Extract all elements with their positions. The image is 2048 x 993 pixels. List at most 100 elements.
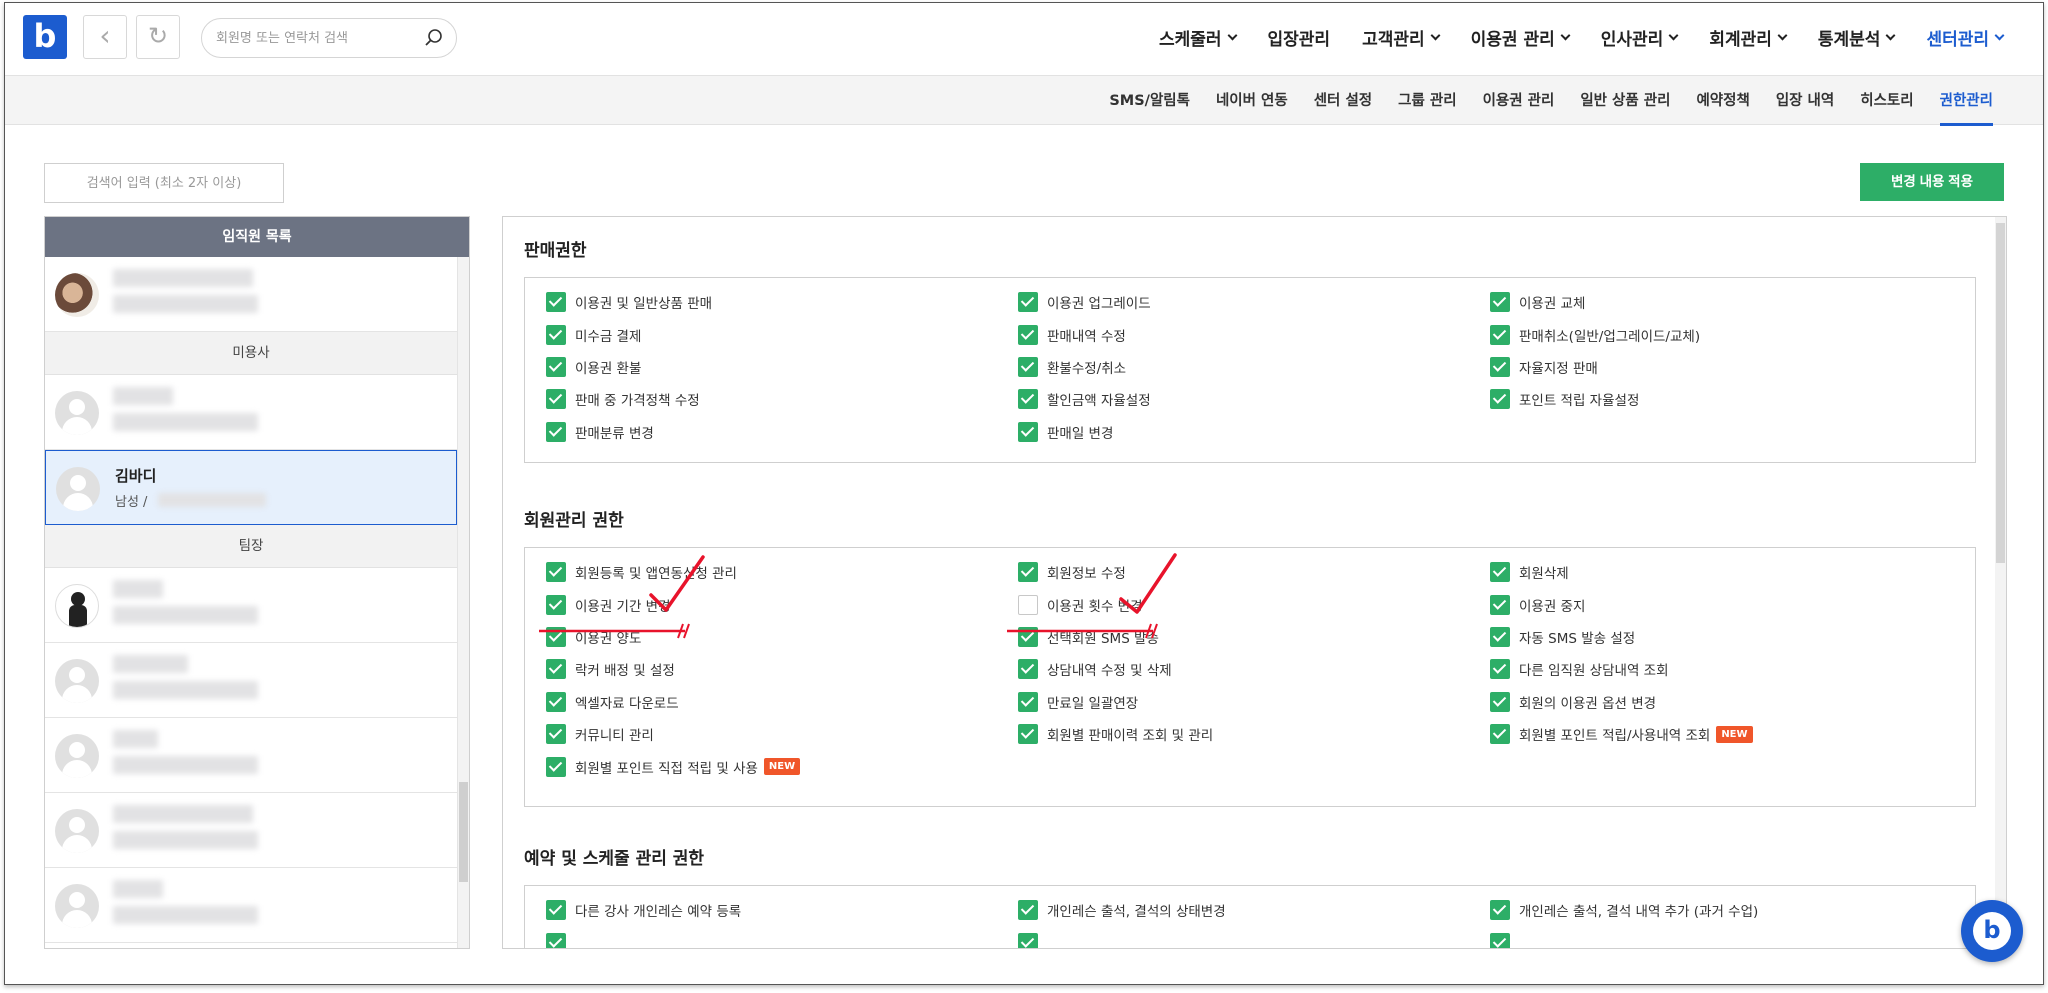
- checkbox-checked-icon[interactable]: [546, 659, 566, 680]
- brand-logo[interactable]: b: [23, 15, 67, 59]
- checkbox-checked-icon[interactable]: [1490, 659, 1510, 680]
- checkbox-checked-icon[interactable]: [1018, 324, 1038, 345]
- permission-item[interactable]: 이용권 기간 변경: [546, 588, 1018, 620]
- permission-item[interactable]: 상담내역 수정 및 삭제: [1018, 653, 1490, 685]
- permission-item[interactable]: [1490, 926, 1950, 948]
- permission-item[interactable]: 회원별 포인트 적립/사용내역 조회 NEW: [1490, 718, 1950, 750]
- refresh-icon[interactable]: ↻: [136, 15, 180, 59]
- staff-item[interactable]: [45, 868, 457, 943]
- permission-item[interactable]: 포인트 적립 자율설정: [1490, 383, 1950, 415]
- checkbox-checked-icon[interactable]: [1490, 389, 1510, 410]
- staff-list-scrollbar[interactable]: [457, 257, 469, 948]
- staff-item[interactable]: [45, 643, 457, 718]
- staff-item[interactable]: [45, 257, 457, 332]
- nav-accounting[interactable]: 회계관리: [1709, 25, 1788, 50]
- permission-item[interactable]: 회원삭제: [1490, 556, 1950, 588]
- subnav-history[interactable]: 히스토리: [1860, 76, 1913, 126]
- checkbox-checked-icon[interactable]: [1490, 356, 1510, 377]
- checkbox-checked-icon[interactable]: [1490, 324, 1510, 345]
- subnav-naver[interactable]: 네이버 연동: [1216, 76, 1288, 126]
- checkbox-checked-icon[interactable]: [1018, 389, 1038, 410]
- permission-item[interactable]: 미수금 결제: [546, 318, 1018, 350]
- staff-search[interactable]: [44, 163, 284, 203]
- permission-item[interactable]: 환불수정/취소: [1018, 351, 1490, 383]
- checkbox-checked-icon[interactable]: [546, 932, 566, 948]
- permissions-scrollbar[interactable]: [1995, 217, 2006, 948]
- permission-item[interactable]: 회원정보 수정: [1018, 556, 1490, 588]
- permission-item[interactable]: 자율지정 판매: [1490, 351, 1950, 383]
- subnav-entry-log[interactable]: 입장 내역: [1776, 76, 1834, 126]
- checkbox-checked-icon[interactable]: [1490, 594, 1510, 615]
- checkbox-checked-icon[interactable]: [546, 292, 566, 313]
- permission-item[interactable]: 회원별 포인트 직접 적립 및 사용 NEW: [546, 750, 1018, 782]
- checkbox-checked-icon[interactable]: [1018, 932, 1038, 948]
- permission-item[interactable]: 판매내역 수정: [1018, 318, 1490, 350]
- checkbox-checked-icon[interactable]: [546, 421, 566, 442]
- permission-item[interactable]: 할인금액 자율설정: [1018, 383, 1490, 415]
- permission-item[interactable]: 회원등록 및 앱연동신청 관리: [546, 556, 1018, 588]
- permission-item[interactable]: 이용권 횟수 변경: [1018, 588, 1490, 620]
- subnav-permissions[interactable]: 권한관리: [1939, 76, 1994, 126]
- permission-item[interactable]: 회원별 판매이력 조회 및 관리: [1018, 718, 1490, 750]
- permission-item[interactable]: [546, 926, 1018, 948]
- permission-item[interactable]: 판매일 변경: [1018, 416, 1490, 448]
- subnav-booking-policy[interactable]: 예약정책: [1696, 76, 1749, 126]
- checkbox-checked-icon[interactable]: [1490, 932, 1510, 948]
- checkbox-checked-icon[interactable]: [1018, 724, 1038, 745]
- permission-item[interactable]: [1018, 926, 1490, 948]
- subnav-center-settings[interactable]: 센터 설정: [1314, 76, 1372, 126]
- nav-entry[interactable]: 입장관리: [1268, 25, 1331, 50]
- permission-item[interactable]: 이용권 및 일반상품 판매: [546, 286, 1018, 318]
- checkbox-checked-icon[interactable]: [1018, 900, 1038, 921]
- staff-item-selected[interactable]: 김바디 남성 /: [45, 450, 457, 525]
- checkbox-checked-icon[interactable]: [546, 900, 566, 921]
- permission-item[interactable]: 이용권 교체: [1490, 286, 1950, 318]
- subnav-passes[interactable]: 이용권 관리: [1483, 76, 1555, 126]
- checkbox-checked-icon[interactable]: [1018, 659, 1038, 680]
- permission-item[interactable]: 선택회원 SMS 발송: [1018, 621, 1490, 653]
- nav-passes[interactable]: 이용권 관리: [1471, 25, 1571, 50]
- checkbox-checked-icon[interactable]: [1490, 292, 1510, 313]
- permission-item[interactable]: 이용권 중지: [1490, 588, 1950, 620]
- staff-item[interactable]: [45, 375, 457, 450]
- permission-item[interactable]: 이용권 업그레이드: [1018, 286, 1490, 318]
- member-search[interactable]: [201, 18, 457, 58]
- nav-center[interactable]: 센터관리: [1926, 25, 2005, 50]
- checkbox-checked-icon[interactable]: [546, 691, 566, 712]
- permission-item[interactable]: 만료일 일괄연장: [1018, 686, 1490, 718]
- chat-button[interactable]: b: [1961, 900, 2023, 962]
- checkbox-checked-icon[interactable]: [1490, 900, 1510, 921]
- permission-item[interactable]: 개인레슨 출석, 결석 내역 추가 (과거 수업): [1490, 894, 1950, 926]
- nav-stats[interactable]: 통계분석: [1818, 25, 1896, 50]
- nav-scheduler[interactable]: 스케줄러: [1159, 25, 1237, 50]
- permission-item[interactable]: 판매 중 가격정책 수정: [546, 383, 1018, 415]
- checkbox-checked-icon[interactable]: [546, 324, 566, 345]
- checkbox-checked-icon[interactable]: [546, 756, 566, 777]
- checkbox-checked-icon[interactable]: [1018, 421, 1038, 442]
- permission-item[interactable]: 개인레슨 출석, 결석의 상태변경: [1018, 894, 1490, 926]
- permission-item[interactable]: 자동 SMS 발송 설정: [1490, 621, 1950, 653]
- permission-item[interactable]: 판매분류 변경: [546, 416, 1018, 448]
- checkbox-unchecked-icon[interactable]: [1018, 594, 1038, 615]
- permission-item[interactable]: 이용권 양도: [546, 621, 1018, 653]
- permission-item[interactable]: 커뮤니티 관리: [546, 718, 1018, 750]
- permission-item[interactable]: 다른 강사 개인레슨 예약 등록: [546, 894, 1018, 926]
- checkbox-checked-icon[interactable]: [1490, 562, 1510, 583]
- subnav-products[interactable]: 일반 상품 관리: [1580, 76, 1670, 126]
- checkbox-checked-icon[interactable]: [546, 626, 566, 647]
- back-icon[interactable]: ‹: [83, 15, 127, 59]
- nav-customers[interactable]: 고객관리: [1362, 25, 1441, 50]
- apply-changes-button[interactable]: 변경 내용 적용: [1860, 163, 2004, 201]
- checkbox-checked-icon[interactable]: [1490, 626, 1510, 647]
- staff-item[interactable]: [45, 568, 457, 643]
- checkbox-checked-icon[interactable]: [546, 562, 566, 583]
- subnav-groups[interactable]: 그룹 관리: [1398, 76, 1456, 126]
- checkbox-checked-icon[interactable]: [1018, 292, 1038, 313]
- staff-item[interactable]: [45, 793, 457, 868]
- checkbox-checked-icon[interactable]: [546, 594, 566, 615]
- permission-item[interactable]: 회원의 이용권 옵션 변경: [1490, 686, 1950, 718]
- checkbox-checked-icon[interactable]: [546, 356, 566, 377]
- checkbox-checked-icon[interactable]: [1018, 626, 1038, 647]
- permission-item[interactable]: 다른 임직원 상담내역 조회: [1490, 653, 1950, 685]
- permission-item[interactable]: 이용권 환불: [546, 351, 1018, 383]
